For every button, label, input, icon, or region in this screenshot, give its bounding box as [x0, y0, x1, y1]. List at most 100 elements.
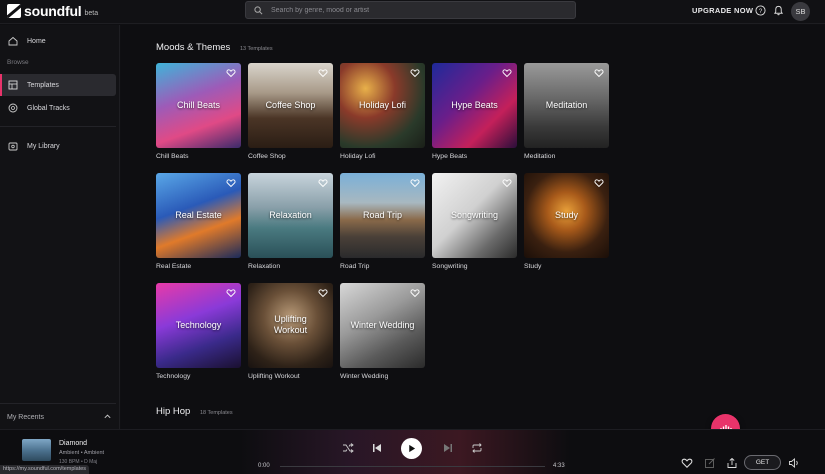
card-title: Coffee Shop	[265, 100, 316, 110]
template-card-meditation[interactable]: Meditation	[524, 63, 609, 148]
status-bar-url: https://my.soundful.com/templates	[0, 465, 90, 474]
track-thumbnail[interactable]	[22, 439, 51, 461]
section-count-hiphop: 18 Templates	[200, 410, 233, 416]
volume-icon[interactable]	[788, 457, 800, 469]
chevron-up-icon[interactable]	[103, 412, 112, 421]
template-card-road-trip[interactable]: Road Trip	[340, 173, 425, 258]
template-card-holiday-lofi[interactable]: Holiday Lofi	[340, 63, 425, 148]
card-title: Songwriting	[450, 210, 499, 220]
heart-icon[interactable]	[681, 457, 693, 469]
track-title[interactable]: Diamond	[59, 440, 87, 447]
card-title: Holiday Lofi	[358, 100, 407, 110]
track-genre: Ambient • Ambient	[59, 450, 105, 456]
card-caption: Study	[524, 263, 542, 270]
section-title-hiphop: Hip Hop	[156, 406, 191, 417]
card-title: Chill Beats	[176, 100, 221, 110]
card-caption: Uplifting Workout	[248, 373, 300, 380]
heart-icon[interactable]	[410, 178, 420, 188]
heart-icon[interactable]	[502, 68, 512, 78]
card-caption: Road Trip	[340, 263, 370, 270]
help-icon[interactable]: ?	[755, 5, 766, 16]
search-bar[interactable]	[245, 1, 576, 19]
play-button[interactable]	[401, 438, 422, 459]
my-recents-label[interactable]: My Recents	[7, 414, 44, 421]
sidebar-item-my-library[interactable]: My Library	[0, 135, 116, 157]
card-title: Winter Wedding	[350, 320, 415, 330]
sidebar-divider	[0, 126, 116, 127]
section-title-moods: Moods & Themes	[156, 42, 231, 53]
template-card-chill-beats[interactable]: Chill Beats	[156, 63, 241, 148]
card-caption: Chill Beats	[156, 153, 189, 160]
card-caption: Relaxation	[248, 263, 281, 270]
card-caption: Holiday Lofi	[340, 153, 376, 160]
heart-icon[interactable]	[410, 68, 420, 78]
sidebar-item-templates[interactable]: Templates	[0, 74, 116, 96]
next-icon[interactable]	[442, 442, 454, 454]
edit-icon[interactable]	[704, 457, 716, 469]
heart-icon[interactable]	[594, 178, 604, 188]
globe-icon	[8, 103, 18, 113]
app-logo[interactable]: soundful beta	[7, 3, 98, 19]
heart-icon[interactable]	[410, 288, 420, 298]
card-caption: Songwriting	[432, 263, 468, 270]
template-card-coffee-shop[interactable]: Coffee Shop	[248, 63, 333, 148]
browse-section-label: Browse	[7, 59, 29, 66]
progress-bar[interactable]	[280, 466, 545, 467]
template-card-real-estate[interactable]: Real Estate	[156, 173, 241, 258]
card-title: Meditation	[545, 100, 588, 110]
template-card-winter-wedding[interactable]: Winter Wedding	[340, 283, 425, 368]
card-title: Hype Beats	[451, 100, 498, 110]
card-caption: Coffee Shop	[248, 153, 286, 160]
section-count-moods: 13 Templates	[240, 46, 273, 52]
search-icon	[254, 5, 263, 14]
heart-icon[interactable]	[318, 288, 328, 298]
time-total: 4:33	[553, 463, 565, 469]
share-icon[interactable]	[726, 457, 738, 469]
search-input[interactable]	[271, 6, 551, 14]
sidebar-item-label: My Library	[27, 142, 60, 150]
bell-icon[interactable]	[773, 5, 784, 16]
heart-icon[interactable]	[318, 178, 328, 188]
library-icon	[8, 142, 18, 151]
card-title: Real Estate	[175, 210, 222, 220]
card-caption: Technology	[156, 373, 191, 380]
app-name: soundful	[24, 3, 82, 19]
card-title: Relaxation	[269, 210, 312, 220]
sidebar-divider	[0, 403, 116, 404]
template-card-study[interactable]: Study	[524, 173, 609, 258]
card-caption: Winter Wedding	[340, 373, 389, 380]
heart-icon[interactable]	[226, 288, 236, 298]
template-card-technology[interactable]: Technology	[156, 283, 241, 368]
previous-icon[interactable]	[371, 442, 383, 454]
sidebar-item-global-tracks[interactable]: Global Tracks	[0, 97, 116, 119]
main-content: Moods & Themes 13 Templates Chill Beats …	[121, 25, 825, 429]
svg-text:?: ?	[759, 8, 763, 15]
templates-grid-icon	[8, 80, 18, 90]
card-title: Technology	[175, 320, 222, 330]
upgrade-now-link[interactable]: UPGRADE NOW	[692, 6, 753, 15]
sidebar-item-label: Home	[27, 37, 46, 45]
card-caption: Hype Beats	[432, 153, 468, 160]
time-current: 0:00	[258, 463, 270, 469]
card-caption: Real Estate	[156, 263, 192, 270]
beta-badge: beta	[84, 10, 99, 17]
template-card-relaxation[interactable]: Relaxation	[248, 173, 333, 258]
play-icon	[409, 444, 416, 453]
shuffle-icon[interactable]	[342, 442, 354, 454]
template-card-hype-beats[interactable]: Hype Beats	[432, 63, 517, 148]
template-card-songwriting[interactable]: Songwriting	[432, 173, 517, 258]
heart-icon[interactable]	[502, 178, 512, 188]
heart-icon[interactable]	[226, 178, 236, 188]
sidebar-item-label: Templates	[27, 81, 59, 89]
repeat-icon[interactable]	[471, 442, 483, 454]
user-avatar[interactable]: SB	[791, 2, 810, 21]
card-title: Study	[554, 210, 578, 220]
get-button[interactable]: GET	[744, 455, 781, 470]
home-icon	[8, 36, 18, 46]
card-title: Road Trip	[362, 210, 403, 220]
heart-icon[interactable]	[226, 68, 236, 78]
heart-icon[interactable]	[594, 68, 604, 78]
sidebar-item-home[interactable]: Home	[0, 30, 116, 52]
heart-icon[interactable]	[318, 68, 328, 78]
template-card-uplifting-workout[interactable]: Uplifting Workout	[248, 283, 333, 368]
